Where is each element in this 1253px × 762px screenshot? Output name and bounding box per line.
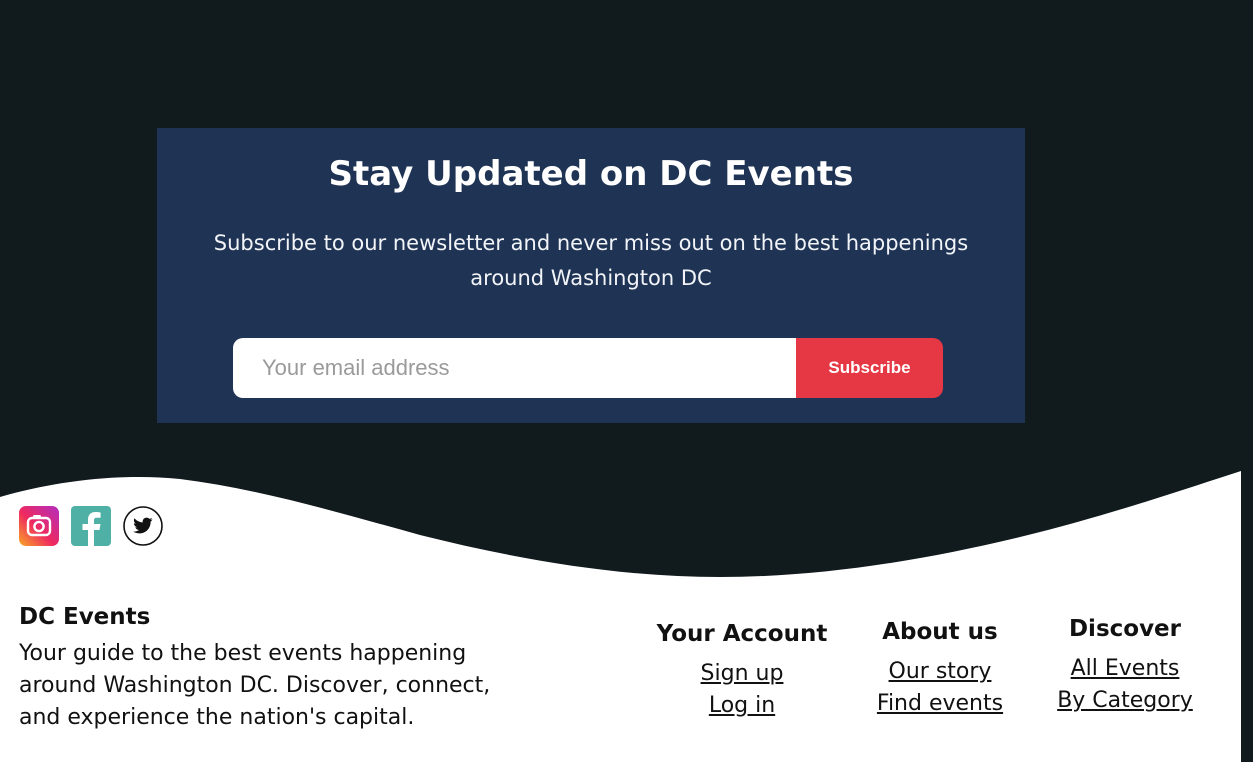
facebook-icon — [71, 506, 111, 546]
discover-links: All Events By Category — [1040, 653, 1210, 717]
account-links: Sign up Log in — [652, 658, 832, 722]
instagram-link[interactable] — [19, 506, 59, 546]
column-title-discover: Discover — [1068, 616, 1182, 642]
about-links: Our story Find events — [860, 656, 1020, 720]
login-link[interactable]: Log in — [709, 693, 775, 718]
newsletter-subtitle: Subscribe to our newsletter and never mi… — [213, 231, 969, 290]
instagram-icon — [19, 506, 59, 546]
footer-brand: DC Events Your guide to the best events … — [19, 600, 539, 734]
subscribe-button[interactable]: Subscribe — [796, 338, 943, 398]
newsletter-form: Subscribe — [233, 338, 943, 398]
our-story-link[interactable]: Our story — [889, 659, 992, 684]
facebook-link[interactable] — [71, 506, 111, 546]
newsletter-section: Stay Updated on DC Events Subscribe to o… — [157, 128, 1025, 423]
page: Stay Updated on DC Events Subscribe to o… — [0, 0, 1253, 762]
brand-description: Your guide to the best events happening … — [19, 641, 491, 730]
find-events-link[interactable]: Find events — [877, 691, 1003, 716]
all-events-link[interactable]: All Events — [1071, 656, 1180, 681]
column-title-account: Your Account — [656, 621, 828, 647]
email-input[interactable] — [233, 338, 796, 398]
twitter-icon — [123, 506, 163, 546]
by-category-link[interactable]: By Category — [1057, 688, 1193, 713]
brand-name: DC Events — [19, 604, 151, 630]
signup-link[interactable]: Sign up — [701, 661, 784, 686]
column-title-about: About us — [882, 619, 998, 645]
footer-column-discover: Discover All Events By Category — [1040, 612, 1210, 717]
footer-column-account: Your Account Sign up Log in — [652, 617, 832, 722]
twitter-link[interactable] — [123, 506, 163, 546]
footer-column-about: About us Our story Find events — [860, 615, 1020, 720]
social-links — [19, 506, 163, 546]
newsletter-title: Stay Updated on DC Events — [328, 154, 854, 194]
